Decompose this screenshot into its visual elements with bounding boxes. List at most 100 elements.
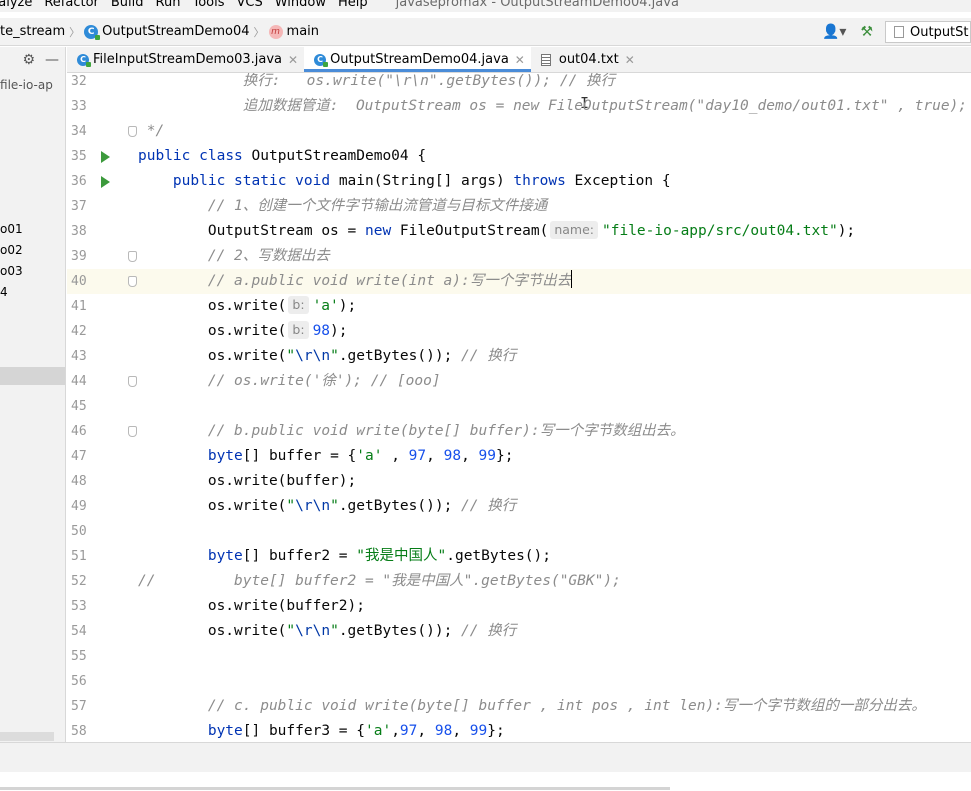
line-number[interactable]: 58 [67,719,95,742]
code-line[interactable]: 54 os.write("\r\n".getBytes()); // 换行 [67,619,971,644]
project-tree-selection[interactable] [0,367,65,385]
gutter [97,119,137,144]
code-line[interactable]: 33 追加数据管道: OutputStream os = new FileOut… [67,94,971,119]
code-editor[interactable]: I 32 换行: os.write("\r\n".getBytes()); //… [67,73,971,742]
code-line[interactable]: 44 // os.write('徐'); // [ooo] [67,369,971,394]
line-number[interactable]: 40 [67,269,95,294]
breadcrumb-module[interactable]: te_stream [0,24,65,39]
code-line[interactable]: 39 // 2、写数据出去 [67,244,971,269]
code-line[interactable]: 34 */ [67,119,971,144]
fold-marker-icon[interactable] [128,426,137,437]
line-number[interactable]: 49 [67,494,95,519]
code-line[interactable]: 43 os.write("\r\n".getBytes()); // 换行 [67,344,971,369]
code-line[interactable]: 55 [67,644,971,669]
line-number[interactable]: 47 [67,444,95,469]
file-icon [894,26,904,38]
java-class-icon: C [84,24,101,40]
run-icon[interactable] [101,151,110,163]
fold-marker-icon[interactable] [128,376,137,387]
gutter [97,619,137,644]
menu-vcs[interactable]: VCS [237,0,263,10]
line-number[interactable]: 50 [67,519,95,544]
tab-fileinputstreamdemo03[interactable]: C FileInputStreamDemo03.java ✕ [67,47,304,72]
line-number[interactable]: 45 [67,394,95,419]
line-number[interactable]: 54 [67,619,95,644]
line-number[interactable]: 42 [67,319,95,344]
line-number[interactable]: 35 [67,144,95,169]
line-number[interactable]: 46 [67,419,95,444]
code-text: byte[] buffer = {'a' , 97, 98, 99}; [207,448,514,464]
code-line[interactable]: 52 // byte[] buffer2 = "我是中国人".getBytes("… [67,569,971,594]
fold-marker-icon[interactable] [128,251,137,262]
code-line[interactable]: 35 public class OutputStreamDemo04 { [67,144,971,169]
code-line[interactable]: 58 byte[] buffer3 = {'a',97, 98, 99}; [67,719,971,742]
menu-tools[interactable]: Tools [192,0,224,10]
gear-icon[interactable]: ⚙ [22,52,35,68]
code-line[interactable]: 40 // a.public void write(int a):写一个字节出去 [67,269,971,294]
tab-out04-txt[interactable]: out04.txt ✕ [531,47,641,72]
user-icon[interactable]: 👤▾ [822,24,846,40]
code-line[interactable]: 36 public static void main(String[] args… [67,169,971,194]
fold-marker-icon[interactable] [128,126,137,137]
menu-help[interactable]: Help [338,0,368,10]
code-line[interactable]: 51 byte[] buffer2 = "我是中国人".getBytes(); [67,544,971,569]
gutter [97,519,137,544]
line-number[interactable]: 56 [67,669,95,694]
breadcrumb-class[interactable]: C OutputStreamDemo04 [84,24,250,40]
close-icon[interactable]: ✕ [625,53,635,67]
close-icon[interactable]: ✕ [515,53,525,67]
menu-run[interactable]: Run [156,0,181,10]
run-icon[interactable] [101,176,110,188]
line-number[interactable]: 37 [67,194,95,219]
fold-marker-icon[interactable] [128,276,137,287]
horizontal-scrollbar[interactable] [0,732,54,741]
line-number[interactable]: 39 [67,244,95,269]
code-line[interactable]: 37 // 1、创建一个文件字节输出流管道与目标文件接通 [67,194,971,219]
code-line[interactable]: 53 os.write(buffer2); [67,594,971,619]
menu-window[interactable]: Window [275,0,326,10]
line-number[interactable]: 43 [67,344,95,369]
code-line[interactable]: 49 os.write("\r\n".getBytes()); // 换行 [67,494,971,519]
line-number[interactable]: 38 [67,219,95,244]
line-number[interactable]: 55 [67,644,95,669]
breadcrumb-method[interactable]: m main [268,24,320,39]
tab-label: OutputStreamDemo04.java [330,52,509,67]
code-line[interactable]: 57 // c. public void write(byte[] buffer… [67,694,971,719]
code-text: os.write("\r\n".getBytes()); // 换行 [138,623,517,639]
menu-refactor[interactable]: Refactor [44,0,99,10]
close-icon[interactable]: ✕ [288,53,298,67]
code-line[interactable]: 32 换行: os.write("\r\n".getBytes()); // 换… [67,73,971,94]
code-line[interactable]: 48 os.write(buffer); [67,469,971,494]
line-number[interactable]: 33 [67,94,95,119]
line-number[interactable]: 32 [67,73,95,94]
code-line[interactable]: 46 // b.public void write(byte[] buffer)… [67,419,971,444]
line-number[interactable]: 44 [67,369,95,394]
code-line[interactable]: 38 OutputStream os = new FileOutputStrea… [67,219,971,244]
code-line[interactable]: 50 [67,519,971,544]
line-number[interactable]: 34 [67,119,95,144]
breadcrumb-method-label: main [286,24,320,39]
menu-analyze[interactable]: nalyze [0,0,32,10]
line-number[interactable]: 53 [67,594,95,619]
code-line[interactable]: 42 os.write(b: 98); [67,319,971,344]
line-number[interactable]: 41 [67,294,95,319]
line-number[interactable]: 51 [67,544,95,569]
project-tree-item[interactable]: o01 [0,222,23,236]
minimize-icon[interactable]: — [45,52,59,68]
code-line[interactable]: 56 [67,669,971,694]
menu-build[interactable]: Build [111,0,144,10]
tab-outputstreamdemo04[interactable]: C OutputStreamDemo04.java ✕ [304,47,531,72]
hammer-build-icon[interactable]: ⚒ [860,24,873,40]
code-line[interactable]: 47 byte[] buffer = {'a' , 97, 98, 99}; [67,444,971,469]
line-number[interactable]: 52 [67,569,95,594]
code-line[interactable]: 45 [67,394,971,419]
line-number[interactable]: 57 [67,694,95,719]
run-configuration-select[interactable]: OutputSt [885,21,971,43]
project-tree-item[interactable]: o03 [0,264,23,278]
line-number[interactable]: 48 [67,469,95,494]
project-tree-item[interactable]: o02 [0,243,23,257]
gutter [97,219,137,244]
code-line[interactable]: 41 os.write(b:'a'); [67,294,971,319]
line-number[interactable]: 36 [67,169,95,194]
project-tree-item[interactable]: 4 [0,285,8,299]
